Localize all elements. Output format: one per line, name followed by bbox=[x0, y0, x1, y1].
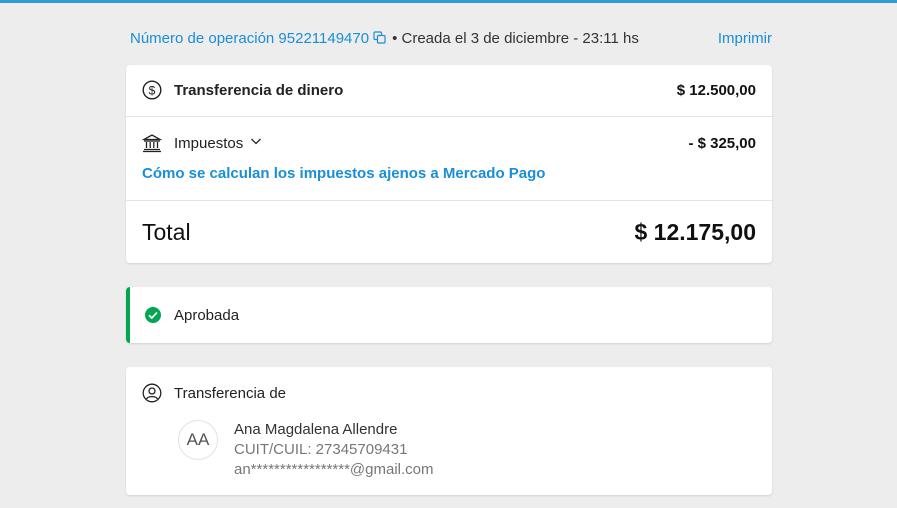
taxes-label: Impuestos bbox=[174, 135, 244, 152]
operation-number-label: Número de operación 95221149470 bbox=[130, 29, 370, 47]
sender-title: Transferencia de bbox=[174, 384, 287, 402]
sender-email: an*****************@gmail.com bbox=[234, 461, 434, 478]
print-link[interactable]: Imprimir bbox=[718, 30, 772, 47]
copy-icon[interactable] bbox=[373, 30, 386, 44]
avatar: AA bbox=[178, 420, 218, 460]
top-accent-bar bbox=[0, 0, 897, 3]
svg-text:$: $ bbox=[149, 84, 156, 98]
transfer-label: Transferencia de dinero bbox=[174, 81, 344, 99]
total-row: Total $ 12.175,00 bbox=[126, 200, 772, 263]
taxes-info-link[interactable]: Cómo se calculan los impuestos ajenos a … bbox=[142, 165, 545, 182]
sender-details: Ana Magdalena Allendre CUIT/CUIL: 273457… bbox=[234, 420, 434, 480]
summary-card: $ Transferencia de dinero $ 12.500,00 Im… bbox=[126, 65, 772, 263]
operation-header: Número de operación 95221149470 • Creada… bbox=[130, 28, 772, 48]
operation-number-link[interactable]: Número de operación 95221149470 bbox=[130, 30, 386, 47]
check-circle-icon bbox=[144, 306, 162, 324]
chevron-down-icon[interactable] bbox=[249, 134, 263, 148]
taxes-toggle[interactable]: Impuestos bbox=[174, 134, 263, 152]
sender-cuit: CUIT/CUIL: 27345709431 bbox=[234, 441, 408, 458]
bank-icon bbox=[141, 133, 163, 153]
transfer-row: $ Transferencia de dinero $ 12.500,00 bbox=[126, 65, 772, 117]
sender-card: Transferencia de AA Ana Magdalena Allend… bbox=[126, 367, 772, 495]
total-label: Total bbox=[142, 219, 191, 245]
status-card: Aprobada bbox=[126, 287, 772, 343]
total-amount: $ 12.175,00 bbox=[634, 219, 756, 245]
taxes-amount: - $ 325,00 bbox=[688, 134, 756, 152]
user-circle-icon bbox=[142, 383, 162, 403]
created-date: • Creada el 3 de diciembre - 23:11 hs bbox=[392, 29, 639, 47]
sender-name: Ana Magdalena Allendre bbox=[234, 421, 398, 438]
dollar-circle-icon: $ bbox=[142, 80, 162, 100]
transfer-amount: $ 12.500,00 bbox=[676, 81, 756, 99]
status-label: Aprobada bbox=[174, 306, 240, 324]
